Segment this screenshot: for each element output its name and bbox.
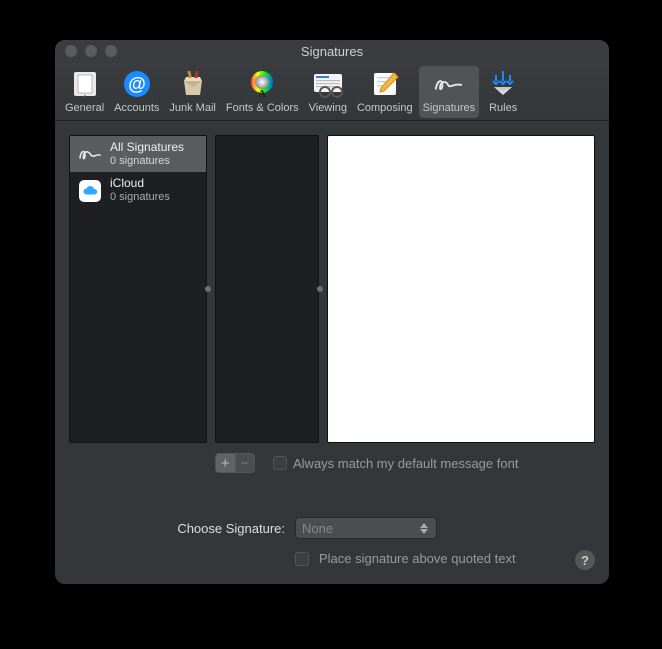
tab-label: Viewing xyxy=(309,102,347,114)
account-subtitle: 0 signatures xyxy=(110,155,184,168)
traffic-lights xyxy=(55,45,117,57)
match-font-checkbox[interactable] xyxy=(273,456,287,470)
remove-signature-button[interactable]: − xyxy=(236,454,255,472)
general-icon xyxy=(69,68,101,100)
svg-text:A: A xyxy=(258,88,266,99)
minimize-button[interactable] xyxy=(85,45,97,57)
rules-icon xyxy=(487,68,519,100)
tab-label: Junk Mail xyxy=(169,102,215,114)
signature-list-pane xyxy=(215,135,319,443)
junk-mail-icon xyxy=(177,68,209,100)
choose-signature-label: Choose Signature: xyxy=(69,521,285,536)
lower-options: Choose Signature: None Place signature a… xyxy=(69,517,595,566)
help-icon: ? xyxy=(581,553,589,568)
fonts-colors-icon: A xyxy=(246,68,278,100)
place-above-label: Place signature above quoted text xyxy=(319,551,516,566)
account-text: All Signatures 0 signatures xyxy=(110,141,184,167)
signature-editor[interactable] xyxy=(327,135,595,443)
help-button[interactable]: ? xyxy=(575,550,595,570)
tab-fonts-colors[interactable]: A Fonts & Colors xyxy=(222,66,303,118)
tab-general[interactable]: General xyxy=(61,66,108,118)
accounts-pane: All Signatures 0 signatures iCloud 0 sig… xyxy=(69,135,207,443)
preferences-window: Signatures General @ Accounts Junk Mail xyxy=(55,40,609,584)
resize-handle[interactable] xyxy=(205,286,211,292)
icloud-icon xyxy=(78,179,102,203)
viewing-icon xyxy=(312,68,344,100)
add-remove-group: + − xyxy=(215,453,255,473)
content-area: All Signatures 0 signatures iCloud 0 sig… xyxy=(55,121,609,584)
match-font-label: Always match my default message font xyxy=(293,456,518,471)
signatures-icon xyxy=(433,68,465,100)
account-title: All Signatures xyxy=(110,141,184,155)
account-row-icloud[interactable]: iCloud 0 signatures xyxy=(70,172,206,208)
account-title: iCloud xyxy=(110,177,170,191)
titlebar: Signatures xyxy=(55,40,609,62)
tab-label: Composing xyxy=(357,102,413,114)
toolbar: General @ Accounts Junk Mail A F xyxy=(55,62,609,121)
zoom-button[interactable] xyxy=(105,45,117,57)
panes: All Signatures 0 signatures iCloud 0 sig… xyxy=(69,135,595,443)
resize-handle[interactable] xyxy=(317,286,323,292)
tab-junk-mail[interactable]: Junk Mail xyxy=(165,66,219,118)
tab-accounts[interactable]: @ Accounts xyxy=(110,66,163,118)
account-text: iCloud 0 signatures xyxy=(110,177,170,203)
account-subtitle: 0 signatures xyxy=(110,191,170,204)
tab-viewing[interactable]: Viewing xyxy=(305,66,351,118)
choose-signature-row: Choose Signature: None xyxy=(69,517,595,539)
place-above-checkbox[interactable] xyxy=(295,552,309,566)
add-signature-button[interactable]: + xyxy=(216,454,236,472)
below-row: + − Always match my default message font xyxy=(69,453,595,473)
tab-composing[interactable]: Composing xyxy=(353,66,417,118)
account-row-all[interactable]: All Signatures 0 signatures xyxy=(70,136,206,172)
choose-signature-select[interactable]: None xyxy=(295,517,437,539)
tab-label: Fonts & Colors xyxy=(226,102,299,114)
signature-icon xyxy=(78,142,102,166)
composing-icon xyxy=(369,68,401,100)
tab-label: General xyxy=(65,102,104,114)
tab-label: Rules xyxy=(489,102,517,114)
tab-label: Signatures xyxy=(423,102,476,114)
place-above-row: Place signature above quoted text xyxy=(69,551,595,566)
close-button[interactable] xyxy=(65,45,77,57)
accounts-icon: @ xyxy=(121,68,153,100)
window-title: Signatures xyxy=(55,44,609,59)
tab-rules[interactable]: Rules xyxy=(481,66,525,118)
select-stepper-icon xyxy=(416,518,432,538)
svg-text:@: @ xyxy=(128,74,146,94)
select-value: None xyxy=(302,521,333,536)
tab-signatures[interactable]: Signatures xyxy=(419,66,480,118)
match-font-row: Always match my default message font xyxy=(273,456,518,471)
tab-label: Accounts xyxy=(114,102,159,114)
